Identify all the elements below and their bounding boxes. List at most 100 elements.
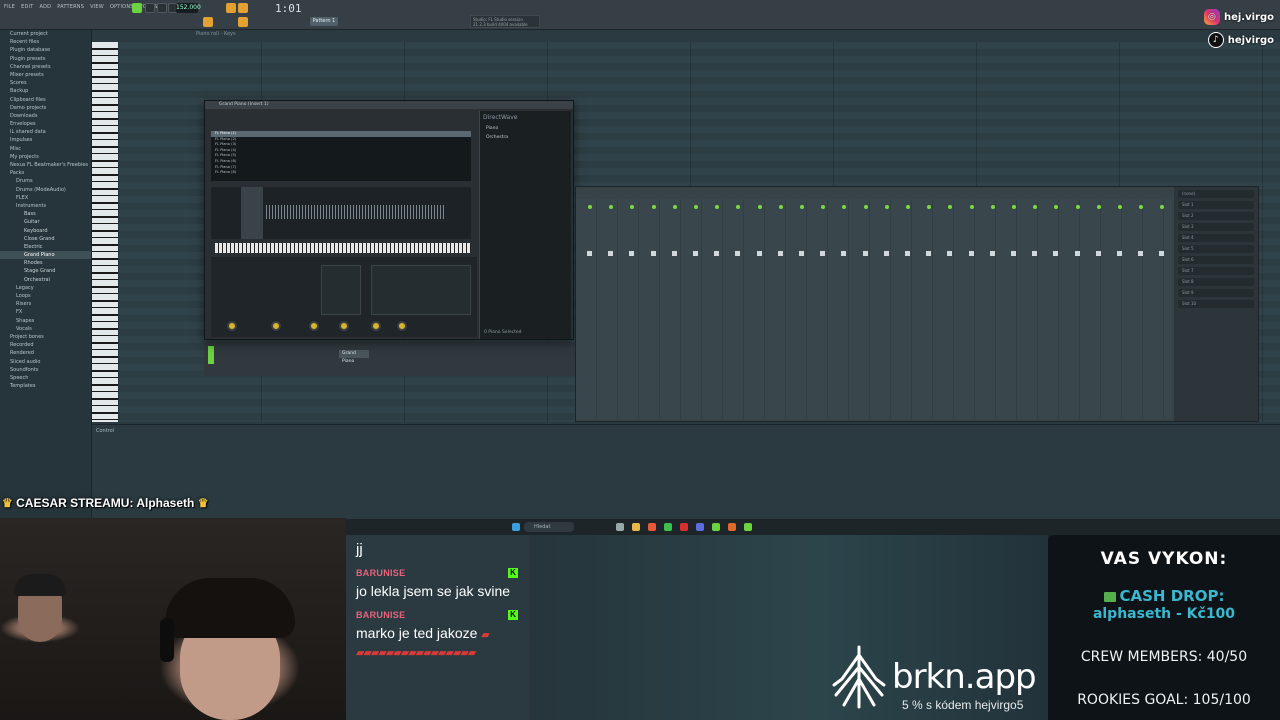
browser-item[interactable]: Instruments <box>0 202 91 210</box>
browser-item[interactable]: Speech <box>0 374 91 382</box>
channel-rack[interactable]: Grand Piano <box>204 342 599 376</box>
mixer-track-led[interactable] <box>884 205 889 209</box>
knob[interactable] <box>339 321 349 331</box>
browser-item[interactable]: Vocals <box>0 325 91 333</box>
obs-icon[interactable] <box>680 523 688 531</box>
mixer-track-led[interactable] <box>1033 205 1038 209</box>
stop-button[interactable] <box>157 3 167 13</box>
browser-item[interactable]: Rendered <box>0 349 91 357</box>
mixer-track-led[interactable] <box>588 205 592 209</box>
event-control-strip[interactable]: Control <box>92 424 1280 520</box>
mixer-fx-slot[interactable]: Slot 10 <box>1178 300 1254 308</box>
browser-item[interactable]: Project bones <box>0 333 91 341</box>
mixer-fx-slot[interactable]: Slot 1 <box>1178 201 1254 209</box>
browser-item[interactable]: Impulses <box>0 136 91 144</box>
mixer-fader[interactable] <box>841 251 847 256</box>
browser-item[interactable]: Loops <box>0 292 91 300</box>
menu-item[interactable]: VIEW <box>90 4 104 10</box>
news-panel[interactable]: Studio: FL Studio session 21.2.3 build 4… <box>470 15 540 28</box>
mixer-fader[interactable] <box>820 251 826 256</box>
browser-item[interactable]: Plugin presets <box>0 55 91 63</box>
mixer-track-led[interactable] <box>1054 205 1059 209</box>
browser-item[interactable]: IL shared data <box>0 128 91 136</box>
spotify-icon[interactable] <box>664 523 672 531</box>
mixer-fader[interactable] <box>947 251 953 256</box>
side-item[interactable]: Piano <box>480 124 571 133</box>
mixer-fx-slot[interactable]: Slot 9 <box>1178 289 1254 297</box>
taskbar-search[interactable]: Hledat <box>524 522 574 532</box>
knob[interactable] <box>227 321 237 331</box>
mixer-track-led[interactable] <box>863 205 868 209</box>
menu-item[interactable]: FILE <box>4 4 15 10</box>
browser-item[interactable]: Scores <box>0 79 91 87</box>
mixer-fader[interactable] <box>1074 251 1080 256</box>
menu-item[interactable]: PATTERNS <box>57 4 84 10</box>
browser-item[interactable]: Mixer presets <box>0 71 91 79</box>
browser-item[interactable]: Keyboard <box>0 227 91 235</box>
browser-item[interactable]: Guitar <box>0 218 91 226</box>
mixer-fx-slot[interactable]: Slot 6 <box>1178 256 1254 264</box>
mixer-fader[interactable] <box>968 251 974 256</box>
mixer-fader[interactable] <box>1117 251 1122 256</box>
mixer-tracks[interactable] <box>576 199 1172 419</box>
browser-item[interactable]: Recent files <box>0 38 91 46</box>
browser-item[interactable]: Packs <box>0 169 91 177</box>
browser-item[interactable]: Stage Grand <box>0 267 91 275</box>
browser-icon[interactable] <box>648 523 656 531</box>
mixer-fx-slot[interactable]: Slot 5 <box>1178 245 1254 253</box>
mixer-fader[interactable] <box>650 251 656 256</box>
browser-item[interactable]: Bass <box>0 210 91 218</box>
channel-name[interactable]: Grand Piano <box>339 350 369 364</box>
mixer-track-led[interactable] <box>1118 205 1122 209</box>
mixer-track-led[interactable] <box>757 205 762 209</box>
mixer-track-led[interactable] <box>948 205 953 209</box>
app-icon[interactable] <box>744 523 752 531</box>
mixer-fx-slot[interactable]: Slot 3 <box>1178 223 1254 231</box>
browser-item[interactable]: Clipboard files <box>0 96 91 104</box>
browser-item[interactable]: Downloads <box>0 112 91 120</box>
mixer-fx-slot[interactable]: Slot 4 <box>1178 234 1254 242</box>
browser-item[interactable]: Rhodes <box>0 259 91 267</box>
browser-item[interactable]: Templates <box>0 382 91 390</box>
mixer-fader[interactable] <box>714 251 720 256</box>
mixer-track-led[interactable] <box>1096 205 1101 209</box>
pattern-song-toggle[interactable] <box>132 3 142 13</box>
preset-row[interactable]: FL Piano (8) <box>211 170 471 176</box>
mixer-fader[interactable] <box>1053 251 1059 256</box>
browser-item[interactable]: Risers <box>0 300 91 308</box>
browser-item[interactable]: Shapes <box>0 317 91 325</box>
mixer-fx-slot[interactable]: Slot 7 <box>1178 267 1254 275</box>
mixer-track-led[interactable] <box>1160 205 1165 209</box>
mixer-track-led[interactable] <box>1075 205 1080 209</box>
pattern-selector[interactable]: Pattern 1 <box>310 17 338 26</box>
mixer-fader[interactable] <box>926 251 932 256</box>
mixer-track-led[interactable] <box>715 205 720 209</box>
browser-item[interactable]: Grand Piano <box>0 251 91 260</box>
mixer-fx-slot[interactable]: Slot 8 <box>1178 278 1254 286</box>
mixer-fader[interactable] <box>1032 251 1038 256</box>
browser-item[interactable]: FX <box>0 308 91 316</box>
mixer-fader[interactable] <box>1095 251 1101 256</box>
mixer-fader[interactable] <box>989 251 995 256</box>
mixer-track-led[interactable] <box>927 205 932 209</box>
piano-roll-keyboard[interactable] <box>92 42 118 422</box>
knob[interactable] <box>309 321 319 331</box>
mixer-fader[interactable] <box>671 251 677 256</box>
mixer-track-led[interactable] <box>778 205 783 209</box>
browser-item[interactable]: My projects <box>0 153 91 161</box>
mixer-fader[interactable] <box>629 251 635 256</box>
browser-item[interactable]: Drums <box>0 177 91 185</box>
mixer-track-led[interactable] <box>800 205 804 209</box>
mixer-fader[interactable] <box>587 251 592 256</box>
knob[interactable] <box>271 321 281 331</box>
plugin-keyboard[interactable] <box>215 243 471 253</box>
mixer-track-led[interactable] <box>736 205 741 209</box>
browser-item[interactable]: FLEX <box>0 194 91 202</box>
mixer-track-led[interactable] <box>694 205 698 209</box>
mixer-track-led[interactable] <box>1012 205 1016 209</box>
browser-item[interactable]: Close Grand <box>0 235 91 243</box>
preset-list[interactable]: FL Piano (1) FL Piano (2) FL Piano (3) FL P… <box>211 131 471 181</box>
channel-led[interactable] <box>208 346 214 364</box>
mixer-track-led[interactable] <box>672 205 677 209</box>
mixer-fader[interactable] <box>1159 251 1165 256</box>
